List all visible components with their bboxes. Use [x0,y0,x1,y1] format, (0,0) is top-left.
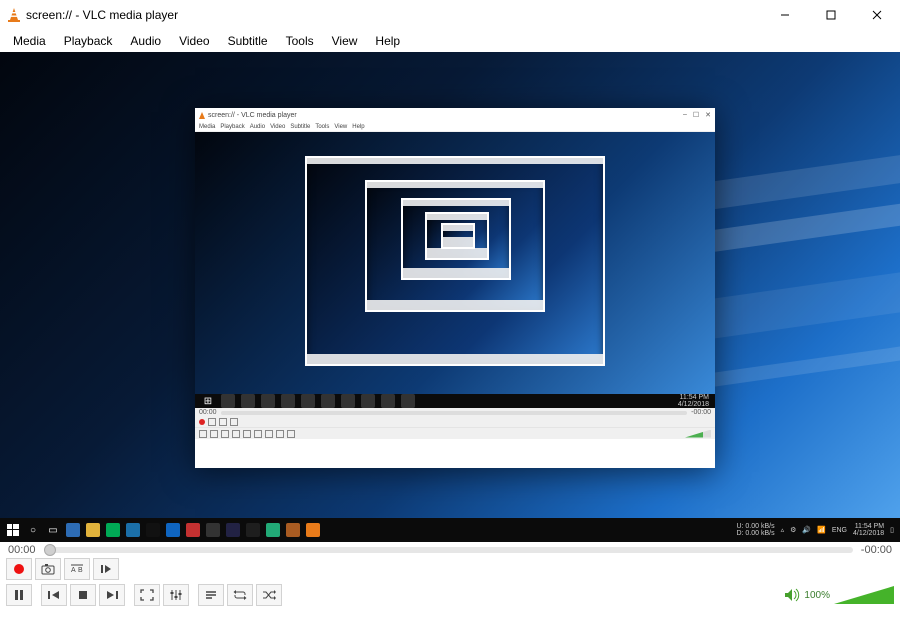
menu-view[interactable]: View [323,32,367,50]
snapshot-button[interactable] [35,558,61,580]
previous-button[interactable] [41,584,67,606]
snapshot-icon [208,418,216,426]
nested-windows-taskbar: ⊞ 11:54 PM4/12/2018 [195,394,715,408]
taskbar-app [306,523,320,537]
volume-indicator [685,430,711,438]
taskbar-app [246,523,260,537]
settings-icon [254,430,262,438]
extended-settings-button[interactable] [163,584,189,606]
tray-lang: ENG [832,527,847,534]
taskbar-app [266,523,280,537]
windows-taskbar: ○ ▭ U: 0.00 kB/sD: 0.00 kB/s ▵⚙🔊📶 ENG 11… [0,518,900,542]
time-remaining[interactable]: -00:00 [861,544,892,556]
system-tray: U: 0.00 kB/sD: 0.00 kB/s ▵⚙🔊📶 ENG 11:54 … [736,523,894,538]
taskbar-app [206,523,220,537]
nested-window-title: screen:// - VLC media player [208,112,297,119]
shuffle-button[interactable] [256,584,282,606]
playlist-icon [265,430,273,438]
seek-row: 00:00 -00:00 [0,542,900,556]
volume-control[interactable]: 100% [784,586,894,604]
pause-icon [199,430,207,438]
recursion-frame [425,212,489,260]
taskbar-app [146,523,160,537]
menu-media[interactable]: Media [4,32,55,50]
prev-icon [210,430,218,438]
maximize-button[interactable] [808,0,854,30]
loop-ab-button[interactable]: AB [64,558,90,580]
taskbar-app [226,523,240,537]
playback-controls-row: 100% [0,582,900,612]
nested-menu-bar: MediaPlaybackAudioVideoSubtitleToolsView… [195,122,715,132]
nested-time-elapsed: 00:00 [199,409,217,416]
menu-bar: Media Playback Audio Video Subtitle Tool… [0,30,900,52]
record-icon [199,419,205,425]
vlc-cone-icon [8,8,20,22]
svg-text:B: B [78,567,83,574]
taskview-icon: ▭ [46,523,60,537]
time-elapsed[interactable]: 00:00 [8,544,36,556]
menu-help[interactable]: Help [366,32,409,50]
nested-vlc-window: screen:// - VLC media player –☐✕ MediaPl… [195,108,715,468]
record-icon [14,564,24,574]
minimize-button[interactable] [762,0,808,30]
nested-seekbar [221,411,688,415]
next-icon [232,430,240,438]
recursion-frame [365,180,545,312]
taskbar-app [106,523,120,537]
atob-icon [219,418,227,426]
speaker-icon[interactable] [784,588,800,602]
pause-button[interactable] [6,584,32,606]
nested-video-viewport: ⊞ 11:54 PM4/12/2018 [195,132,715,408]
menu-subtitle[interactable]: Subtitle [219,32,277,50]
start-icon [6,523,20,537]
vlc-cone-icon [199,112,205,119]
tray-clock-time: 11:54 PM [853,523,884,530]
menu-video[interactable]: Video [170,32,218,50]
window-title: screen:// - VLC media player [26,8,178,22]
recursion-frame [305,156,605,366]
frame-step-button[interactable] [93,558,119,580]
tray-clock-date: 4/12/2018 [853,530,884,537]
titlebar: screen:// - VLC media player [0,0,900,30]
nested-time-remaining: -00:00 [691,409,711,416]
taskbar-app [166,523,180,537]
recursion-frame [401,198,511,280]
record-button[interactable] [6,558,32,580]
frame-step-icon [230,418,238,426]
taskbar-app [86,523,100,537]
menu-tools[interactable]: Tools [277,32,323,50]
nested-window-buttons: –☐✕ [683,111,711,119]
fullscreen-button[interactable] [134,584,160,606]
taskbar-app [186,523,200,537]
volume-slider[interactable] [834,586,894,604]
svg-text:A: A [71,567,76,574]
recursion-frame [441,223,475,249]
nested-titlebar: screen:// - VLC media player –☐✕ [195,108,715,122]
close-button[interactable] [854,0,900,30]
start-icon: ⊞ [201,394,215,408]
next-button[interactable] [99,584,125,606]
fullscreen-icon [243,430,251,438]
seek-handle[interactable] [44,544,56,556]
seek-slider[interactable] [44,547,853,553]
stop-icon [221,430,229,438]
nested-controls [195,417,715,439]
cortana-icon: ○ [26,523,40,537]
taskbar-app [66,523,80,537]
video-viewport[interactable]: screen:// - VLC media player –☐✕ MediaPl… [0,52,900,542]
shuffle-icon [287,430,295,438]
taskbar-app [286,523,300,537]
playlist-button[interactable] [198,584,224,606]
taskbar-app [126,523,140,537]
menu-audio[interactable]: Audio [121,32,170,50]
loop-icon [276,430,284,438]
menu-playback[interactable]: Playback [55,32,122,50]
stop-button[interactable] [70,584,96,606]
loop-button[interactable] [227,584,253,606]
advanced-controls-row: AB [0,556,900,582]
volume-percent: 100% [804,590,830,601]
